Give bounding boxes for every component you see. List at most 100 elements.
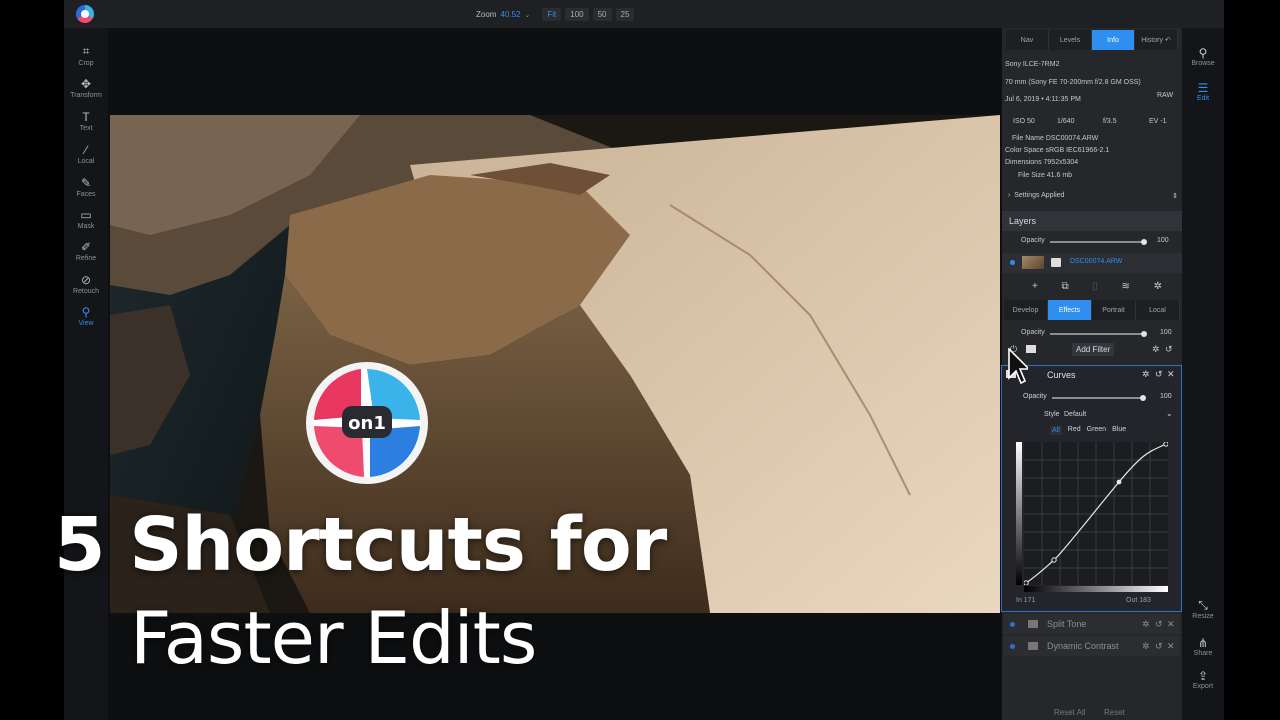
- module-edit[interactable]: ☰ Edit: [1182, 81, 1224, 102]
- layer-thumbnail: [1022, 256, 1044, 269]
- stack-layers-icon[interactable]: ≋: [1122, 281, 1130, 292]
- curves-opacity-value[interactable]: 100: [1160, 393, 1172, 400]
- reset-icon[interactable]: ↺: [1165, 344, 1173, 355]
- curves-channel-tabs: All Red Green Blue: [1050, 426, 1126, 435]
- duplicate-layer-icon[interactable]: ⧉: [1062, 281, 1069, 292]
- channel-blue[interactable]: Blue: [1112, 426, 1126, 435]
- app-logo-icon[interactable]: [76, 5, 94, 23]
- browse-icon: ⚲: [1198, 46, 1208, 60]
- module-label: Export: [1192, 683, 1214, 690]
- tab-effects[interactable]: Effects: [1048, 300, 1092, 320]
- settings-applied-text: Settings Applied: [1014, 192, 1065, 199]
- layer-name[interactable]: DSC00074.ARW: [1070, 258, 1122, 265]
- tool-refine[interactable]: ✐ Refine: [64, 240, 108, 262]
- curve-graph[interactable]: [1024, 442, 1168, 585]
- add-filter-button[interactable]: Add Filter: [1072, 343, 1115, 356]
- info-file-size: File Size 41.6 mb: [1018, 172, 1073, 179]
- reset-button[interactable]: Reset: [1104, 708, 1125, 717]
- curves-out-value: Out 183: [1126, 597, 1151, 604]
- tool-label: Refine: [75, 255, 97, 262]
- filter-close-icon[interactable]: ✕: [1167, 641, 1175, 652]
- filter-close-icon[interactable]: ✕: [1167, 619, 1175, 630]
- module-export[interactable]: ⇪ Export: [1182, 669, 1224, 690]
- curves-opacity-knob[interactable]: [1140, 395, 1146, 401]
- history-undo-icon: ↶: [1164, 37, 1171, 44]
- curves-style-value[interactable]: Default: [1064, 411, 1086, 418]
- tool-label: Text: [79, 125, 93, 132]
- zoom-50-button[interactable]: 50: [592, 8, 612, 21]
- filter-dynamic-contrast[interactable]: Dynamic Contrast ✲ ↺ ✕: [1004, 636, 1180, 656]
- bandage-icon: ⊘: [80, 273, 92, 287]
- curves-gear-icon[interactable]: ✲: [1142, 369, 1150, 380]
- filter-visibility-dot[interactable]: [1010, 622, 1015, 627]
- effects-opacity-knob[interactable]: [1141, 331, 1147, 337]
- info-lens: 70 mm (Sony FE 70-200mm f/2.8 GM OSS): [1005, 79, 1141, 86]
- logo-text: on1: [348, 413, 386, 434]
- tab-nav[interactable]: Nav: [1006, 30, 1049, 50]
- channel-red[interactable]: Red: [1068, 426, 1081, 435]
- tool-text[interactable]: T Text: [64, 110, 108, 132]
- top-toolbar: [64, 0, 1224, 28]
- edit-tabs: Develop Effects Portrait Local: [1004, 300, 1180, 320]
- zoom-25-button[interactable]: 25: [615, 8, 635, 21]
- filter-name[interactable]: Dynamic Contrast: [1047, 641, 1119, 651]
- channel-green[interactable]: Green: [1087, 426, 1106, 435]
- layers-header[interactable]: Layers: [1002, 211, 1182, 231]
- zoom-value[interactable]: 40.52: [500, 10, 520, 19]
- effects-opacity-slider[interactable]: [1050, 333, 1144, 335]
- curves-title[interactable]: Curves: [1047, 370, 1076, 380]
- layer-visibility-dot[interactable]: [1010, 260, 1015, 265]
- style-chevron-down-icon[interactable]: ⌄: [1166, 409, 1173, 418]
- reset-all-button[interactable]: Reset All: [1054, 708, 1086, 717]
- curves-close-icon[interactable]: ✕: [1167, 369, 1175, 380]
- tool-local[interactable]: ⁄ Local: [64, 143, 108, 165]
- zoom-100-button[interactable]: 100: [565, 8, 589, 21]
- mouse-cursor-icon: [1008, 348, 1028, 385]
- filter-mask-icon[interactable]: [1028, 642, 1038, 650]
- tab-levels[interactable]: Levels: [1049, 30, 1092, 50]
- chevron-down-icon[interactable]: ⌄: [524, 11, 530, 19]
- filter-visibility-dot[interactable]: [1010, 644, 1015, 649]
- layers-opacity-slider[interactable]: [1050, 241, 1144, 243]
- gear-icon[interactable]: ✲: [1152, 344, 1160, 355]
- filter-gear-icon[interactable]: ✲: [1142, 619, 1150, 630]
- module-resize[interactable]: ⤡ Resize: [1182, 598, 1224, 620]
- zoom-fit-button[interactable]: Fit: [542, 8, 562, 21]
- tab-portrait[interactable]: Portrait: [1092, 300, 1136, 320]
- filter-mask-icon[interactable]: [1028, 620, 1038, 628]
- tool-view[interactable]: ⚲ View: [64, 305, 108, 327]
- curves-opacity-label: Opacity: [1023, 393, 1047, 400]
- tab-history[interactable]: History ↶: [1135, 30, 1178, 50]
- channel-all[interactable]: All: [1050, 426, 1062, 435]
- layer-settings-icon[interactable]: ✲: [1154, 281, 1162, 292]
- module-share[interactable]: ⋔ Share: [1182, 636, 1224, 657]
- settings-applied-row[interactable]: › Settings Applied ⇕: [1008, 192, 1178, 200]
- filter-split-tone[interactable]: Split Tone ✲ ↺ ✕: [1004, 614, 1180, 634]
- tool-crop[interactable]: ⌗ Crop: [64, 44, 108, 67]
- filter-reset-icon[interactable]: ↺: [1155, 641, 1163, 652]
- module-browse[interactable]: ⚲ Browse: [1182, 46, 1224, 67]
- effects-opacity-value[interactable]: 100: [1160, 329, 1172, 336]
- delete-layer-icon[interactable]: ▯: [1092, 281, 1098, 292]
- add-layer-icon[interactable]: +: [1032, 281, 1038, 292]
- expand-icon: ⇕: [1172, 193, 1178, 200]
- share-icon: ⋔: [1197, 636, 1209, 650]
- tab-develop[interactable]: Develop: [1004, 300, 1048, 320]
- curves-opacity-slider[interactable]: [1052, 397, 1144, 399]
- tool-faces[interactable]: ✎ Faces: [64, 176, 108, 198]
- curves-reset-icon[interactable]: ↺: [1155, 369, 1163, 380]
- settings-applied-label: › Settings Applied: [1008, 192, 1064, 200]
- layers-opacity-knob[interactable]: [1141, 239, 1147, 245]
- filter-gear-icon[interactable]: ✲: [1142, 641, 1150, 652]
- filter-name[interactable]: Split Tone: [1047, 619, 1086, 629]
- tab-local[interactable]: Local: [1136, 300, 1180, 320]
- layers-opacity-value[interactable]: 100: [1157, 237, 1169, 244]
- tool-label: Faces: [76, 191, 96, 198]
- filter-reset-icon[interactable]: ↺: [1155, 619, 1163, 630]
- tab-info[interactable]: Info: [1092, 30, 1135, 50]
- info-shutter: 1/640: [1057, 118, 1075, 125]
- tool-mask[interactable]: ▭ Mask: [64, 208, 108, 230]
- layer-mask-icon[interactable]: [1051, 258, 1061, 267]
- tool-transform[interactable]: ✥ Transform: [64, 77, 108, 99]
- tool-retouch[interactable]: ⊘ Retouch: [64, 273, 108, 295]
